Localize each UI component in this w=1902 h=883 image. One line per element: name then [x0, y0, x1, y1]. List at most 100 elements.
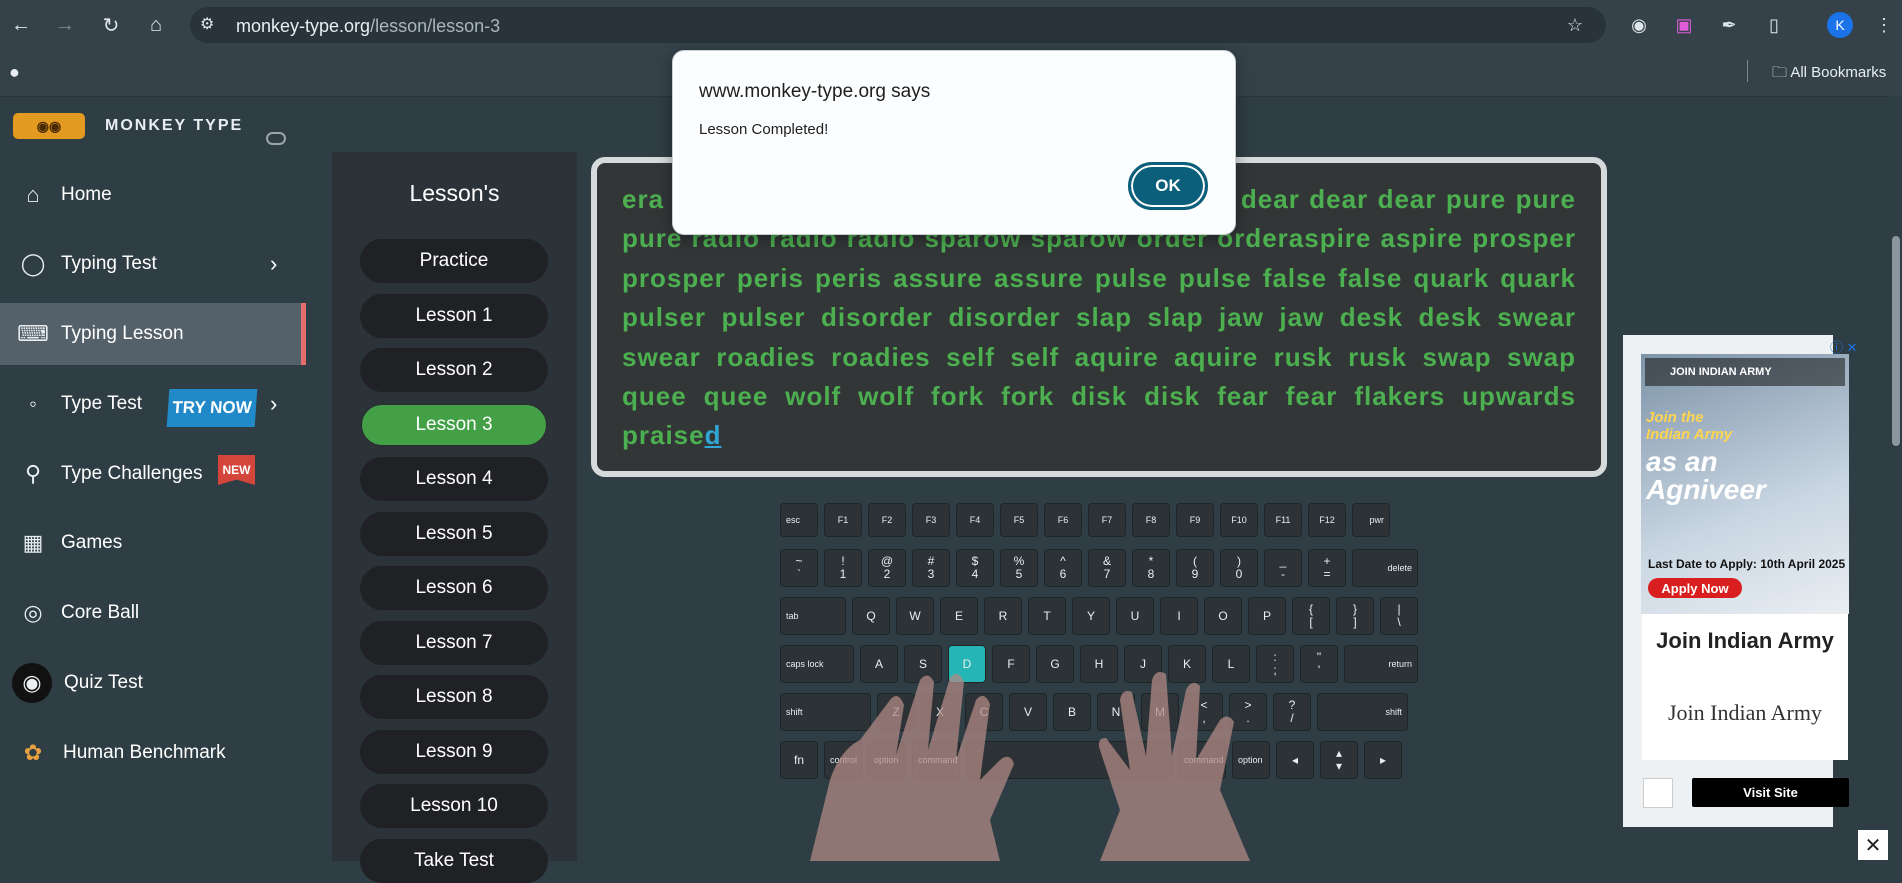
ad-apply-button[interactable]: Apply Now [1648, 578, 1742, 598]
camera-extension-icon[interactable]: ◉ [1627, 13, 1651, 37]
key-^-6: ^ 6 [1044, 549, 1082, 587]
key-F3: F3 [912, 503, 950, 537]
sidebar-item-label: Games [61, 532, 123, 553]
lesson-8-button[interactable]: Lesson 8 [360, 675, 548, 719]
try-now-badge: TRY NOW [166, 389, 258, 427]
key-#-3: # 3 [912, 549, 950, 587]
forward-icon[interactable]: → [52, 12, 78, 38]
key-F10: F10 [1220, 503, 1258, 537]
sidebar-item-quiz-test[interactable]: ◉ Quiz Test [0, 652, 306, 714]
lesson-3-button[interactable]: Lesson 3 [360, 403, 548, 447]
bookmarks-divider [1747, 60, 1748, 82]
sidebar-item-core-ball[interactable]: ◎ Core Ball [0, 582, 306, 644]
key-W: W [896, 597, 934, 635]
sidebar-item-label: Typing Test [61, 253, 157, 274]
dialog-message: Lesson Completed! [699, 121, 829, 138]
sidebar-item-typing-test[interactable]: ◯ Typing Test › [0, 233, 306, 295]
key-!-1: ! 1 [824, 549, 862, 587]
lesson-6-button[interactable]: Lesson 6 [360, 566, 548, 610]
page-scrollbar[interactable] [1890, 96, 1902, 861]
all-bookmarks[interactable]: 🗀 All Bookmarks [1772, 62, 1886, 87]
ad-join-line: Join the Indian Army [1646, 409, 1733, 443]
home-icon: ⌂ [26, 182, 40, 207]
key-+-=: + = [1308, 549, 1346, 587]
home-icon[interactable]: ⌂ [143, 12, 169, 38]
sidebar-item-label: Typing Lesson [61, 323, 184, 344]
lesson-5-button[interactable]: Lesson 5 [360, 512, 548, 556]
url-text[interactable]: monkey-type.org/lesson/lesson-3 [236, 16, 500, 37]
reload-icon[interactable]: ↻ [98, 12, 124, 38]
alert-dialog: www.monkey-type.org says Lesson Complete… [672, 50, 1236, 235]
take-test-button[interactable]: Take Test [360, 839, 548, 883]
url-path: /lesson/lesson-3 [370, 16, 501, 36]
key-$-4: $ 4 [956, 549, 994, 587]
hands-overlay [810, 672, 1250, 861]
lesson-10-button[interactable]: Lesson 10 [360, 784, 548, 828]
sidebar-item-label: Human Benchmark [63, 742, 226, 763]
key-F9: F9 [1176, 503, 1214, 537]
key-*-8: * 8 [1132, 549, 1170, 587]
left-hand [810, 673, 1014, 861]
key-P: P [1248, 597, 1286, 635]
chevron-right-icon: › [270, 391, 278, 416]
color-extension-icon[interactable]: ▣ [1672, 13, 1696, 37]
sidebar-item-label: Quiz Test [64, 672, 143, 693]
lesson-1-button[interactable]: Lesson 1 [360, 294, 548, 338]
key-R: R [984, 597, 1022, 635]
key-Q: Q [852, 597, 890, 635]
sidebar-item-label: Core Ball [61, 602, 140, 623]
key-▸: ▸ [1364, 741, 1402, 779]
cat-icon: ◦ [29, 391, 37, 416]
globe-icon[interactable]: ● [9, 62, 20, 83]
sidebar-item-human-benchmark[interactable]: ✿ Human Benchmark [0, 722, 306, 784]
key-delete: delete [1352, 549, 1418, 587]
ad-header: JOIN INDIAN ARMY [1670, 366, 1772, 378]
ad-last-date: Last Date to Apply: 10th April 2025 [1648, 557, 1846, 571]
award-icon: ⚲ [24, 461, 42, 486]
eyedropper-icon[interactable]: ✒ [1717, 13, 1741, 37]
key-U: U [1116, 597, 1154, 635]
right-hand [1098, 672, 1250, 861]
key-F12: F12 [1308, 503, 1346, 537]
grid-icon: ▦ [22, 530, 44, 555]
quiz-avatar-icon: ◉ [12, 663, 52, 703]
key-F7: F7 [1088, 503, 1126, 537]
ad-visit-button[interactable]: Visit Site [1692, 778, 1849, 807]
site-info-icon[interactable]: ⚙ [200, 14, 214, 34]
monkey-logo[interactable]: ◉◉ [13, 113, 85, 139]
ok-button[interactable]: OK [1128, 162, 1208, 210]
ad-info-icon[interactable]: ⓘ ✕ [1830, 337, 1858, 356]
sidebar-item-label: Home [61, 184, 112, 205]
ad-title: Join Indian Army [1656, 628, 1834, 653]
extensions-puzzle-icon[interactable]: ▯ [1762, 13, 1786, 37]
scrollbar-thumb[interactable] [1892, 236, 1900, 446]
brand-name: MONKEY TYPE [105, 117, 244, 134]
back-icon[interactable]: ← [8, 12, 34, 38]
url-domain: monkey-type.org [236, 16, 371, 36]
menu-kebab-icon[interactable]: ⋮ [1872, 13, 1896, 37]
key-_--: _ - [1264, 549, 1302, 587]
key-I: I [1160, 597, 1198, 635]
sidebar-item-typing-lesson[interactable]: ⌨ Typing Lesson [0, 303, 306, 365]
key-%-5: % 5 [1000, 549, 1038, 587]
theme-toggle[interactable] [266, 132, 286, 145]
profile-avatar[interactable]: K [1827, 12, 1853, 38]
sidebar-item-label: Type Test [61, 393, 142, 414]
sidebar-item-home[interactable]: ⌂ Home [0, 164, 306, 226]
close-icon[interactable]: ✕ [1858, 830, 1888, 860]
sidebar-item-label: Type Challenges [61, 463, 203, 484]
all-bookmarks-label: All Bookmarks [1790, 64, 1887, 81]
lesson-9-button[interactable]: Lesson 9 [360, 730, 548, 774]
key-F2: F2 [868, 503, 906, 537]
lesson-7-button[interactable]: Lesson 7 [360, 621, 548, 665]
lesson-4-button[interactable]: Lesson 4 [360, 457, 548, 501]
sidebar-item-type-challenges[interactable]: ⚲ Type Challenges [0, 443, 306, 505]
target-icon: ◎ [23, 600, 43, 625]
sidebar-item-games[interactable]: ▦ Games [0, 512, 306, 574]
key-E: E [940, 597, 978, 635]
sidebar-item-type-test[interactable]: ◦ Type Test › [0, 373, 306, 435]
lesson-2-button[interactable]: Lesson 2 [360, 348, 548, 392]
lesson-practice-button[interactable]: Practice [360, 239, 548, 283]
bookmark-star-icon[interactable]: ☆ [1563, 13, 1587, 37]
key-(-9: ( 9 [1176, 549, 1214, 587]
